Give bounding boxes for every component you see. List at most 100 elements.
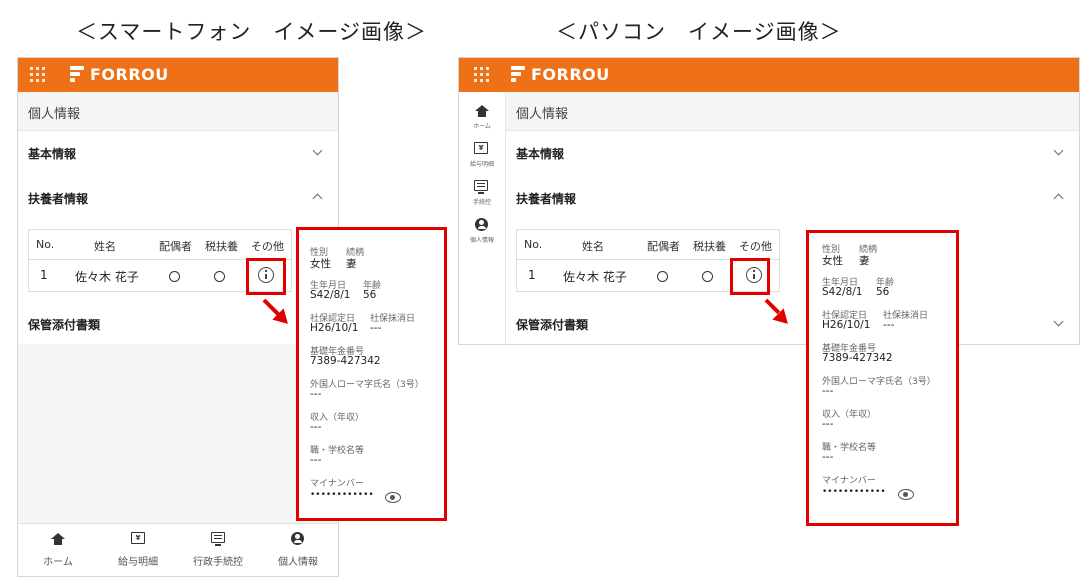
person-icon <box>291 532 304 545</box>
eye-icon[interactable] <box>385 492 401 503</box>
yen-icon: ¥ <box>474 142 488 154</box>
bottom-nav-home[interactable]: ホーム <box>18 524 98 576</box>
brand-name: FORROU <box>531 65 610 84</box>
document-icon <box>211 532 225 546</box>
chevron-down-icon[interactable] <box>1053 145 1064 156</box>
bottom-nav-label: 給与明細 <box>118 557 158 568</box>
gender-value: 女性 <box>310 258 331 270</box>
job-value: --- <box>310 454 322 466</box>
page-title: 個人情報 <box>516 107 569 122</box>
yen-icon: ¥ <box>131 532 145 544</box>
col-header-other: その他 <box>739 240 772 253</box>
bottom-nav: ホーム ¥ 給与明細 行政手続控 個人情報 <box>18 523 338 576</box>
chevron-down-icon[interactable] <box>312 145 323 156</box>
side-nav-label: ホーム <box>473 123 491 130</box>
relation-value: 妻 <box>346 258 357 270</box>
section-attachments[interactable]: 保管添付書類 <box>516 316 588 333</box>
page-title-bar: 個人情報 <box>506 92 1079 131</box>
chevron-up-icon[interactable] <box>1053 193 1064 204</box>
section-basic-info[interactable]: 基本情報 <box>516 145 564 162</box>
mynumber-label: マイナンバー <box>310 479 364 489</box>
col-header-spouse: 配偶者 <box>647 240 680 253</box>
side-nav-label: 個人情報 <box>469 237 494 244</box>
tax-dependent-mark <box>214 271 225 282</box>
page-title: 個人情報 <box>28 107 81 122</box>
section-dependents[interactable]: 扶養者情報 <box>516 190 576 207</box>
col-header-tax: 税扶養 <box>205 240 238 253</box>
section-basic-info[interactable]: 基本情報 <box>28 145 76 162</box>
spouse-mark <box>657 271 668 282</box>
brand-name: FORROU <box>90 65 169 84</box>
col-header-tax: 税扶養 <box>693 240 726 253</box>
col-header-name: 姓名 <box>94 240 116 253</box>
smartphone-caption: ＜スマートフォン イメージ画像＞ <box>76 20 427 44</box>
side-nav-payslip[interactable]: ¥ 給与明細 <box>459 142 505 178</box>
home-icon <box>475 105 489 117</box>
bottom-nav-personal[interactable]: 個人情報 <box>258 524 338 576</box>
col-header-no: No. <box>524 238 543 251</box>
bottom-nav-label: 個人情報 <box>278 557 318 568</box>
row-no: 1 <box>528 268 536 282</box>
menu-grid-icon[interactable] <box>474 67 490 83</box>
app-header: FORROU <box>18 58 338 92</box>
highlight-box <box>730 258 770 295</box>
section-dependents[interactable]: 扶養者情報 <box>28 190 88 207</box>
bottom-nav-label: ホーム <box>43 557 73 568</box>
birth-value: S42/8/1 <box>310 289 351 301</box>
highlight-box <box>246 258 286 295</box>
roman-name-label: 外国人ローマ字氏名（3号） <box>822 377 936 387</box>
tax-dependent-mark <box>702 271 713 282</box>
roman-name-value: --- <box>822 385 834 397</box>
income-value: --- <box>310 421 322 433</box>
col-header-other: その他 <box>251 240 284 253</box>
col-header-no: No. <box>36 238 55 251</box>
bottom-nav-payslip[interactable]: ¥ 給与明細 <box>98 524 178 576</box>
app-header: FORROU <box>459 58 1079 92</box>
pension-value: 7389-427342 <box>822 352 893 364</box>
row-name: 佐々木 花子 <box>563 270 627 284</box>
side-nav: ホーム ¥ 給与明細 手続控 個人情報 <box>459 92 506 344</box>
income-value: --- <box>822 418 834 430</box>
pension-value: 7389-427342 <box>310 355 381 367</box>
insurance-start-value: H26/10/1 <box>310 322 359 334</box>
side-nav-label: 給与明細 <box>469 161 494 168</box>
section-attachments[interactable]: 保管添付書類 <box>28 316 100 333</box>
insurance-end-value: --- <box>883 319 895 331</box>
side-nav-personal[interactable]: 個人情報 <box>459 218 505 254</box>
home-icon <box>51 533 65 545</box>
job-value: --- <box>822 451 834 463</box>
side-nav-procedures[interactable]: 手続控 <box>459 180 505 216</box>
col-header-name: 姓名 <box>582 240 604 253</box>
row-name: 佐々木 花子 <box>75 270 139 284</box>
side-nav-label: 手続控 <box>472 199 491 206</box>
content-background <box>18 344 338 524</box>
chevron-down-icon[interactable] <box>1053 316 1064 327</box>
dependent-detail-popup: 性別 続柄 女性 妻 生年月日 年齢 S42/8/1 56 社保認定日 社保抹消… <box>296 227 447 521</box>
age-value: 56 <box>876 286 890 298</box>
document-icon <box>474 180 488 194</box>
mynumber-value: •••••••••••• <box>822 487 886 497</box>
col-header-spouse: 配偶者 <box>159 240 192 253</box>
insurance-end-value: --- <box>370 322 382 334</box>
menu-grid-icon[interactable] <box>30 67 46 83</box>
mynumber-label: マイナンバー <box>822 476 876 486</box>
roman-name-value: --- <box>310 388 322 400</box>
row-no: 1 <box>40 268 48 282</box>
forrou-logo-icon <box>70 66 86 84</box>
gender-value: 女性 <box>822 255 843 267</box>
roman-name-label: 外国人ローマ字氏名（3号） <box>310 380 424 390</box>
spouse-mark <box>169 271 180 282</box>
dependent-detail-popup: 性別 続柄 女性 妻 生年月日 年齢 S42/8/1 56 社保認定日 社保抹消… <box>806 230 959 526</box>
age-value: 56 <box>363 289 377 301</box>
bottom-nav-label: 行政手続控 <box>193 557 243 568</box>
person-icon <box>475 218 488 231</box>
chevron-up-icon[interactable] <box>312 193 323 204</box>
bottom-nav-procedures[interactable]: 行政手続控 <box>178 524 258 576</box>
forrou-logo-icon <box>511 66 527 84</box>
relation-value: 妻 <box>859 255 870 267</box>
pc-caption: ＜パソコン イメージ画像＞ <box>556 20 842 44</box>
side-nav-home[interactable]: ホーム <box>459 104 505 140</box>
insurance-start-value: H26/10/1 <box>822 319 871 331</box>
eye-icon[interactable] <box>898 489 914 500</box>
page-title-bar: 個人情報 <box>18 92 338 131</box>
